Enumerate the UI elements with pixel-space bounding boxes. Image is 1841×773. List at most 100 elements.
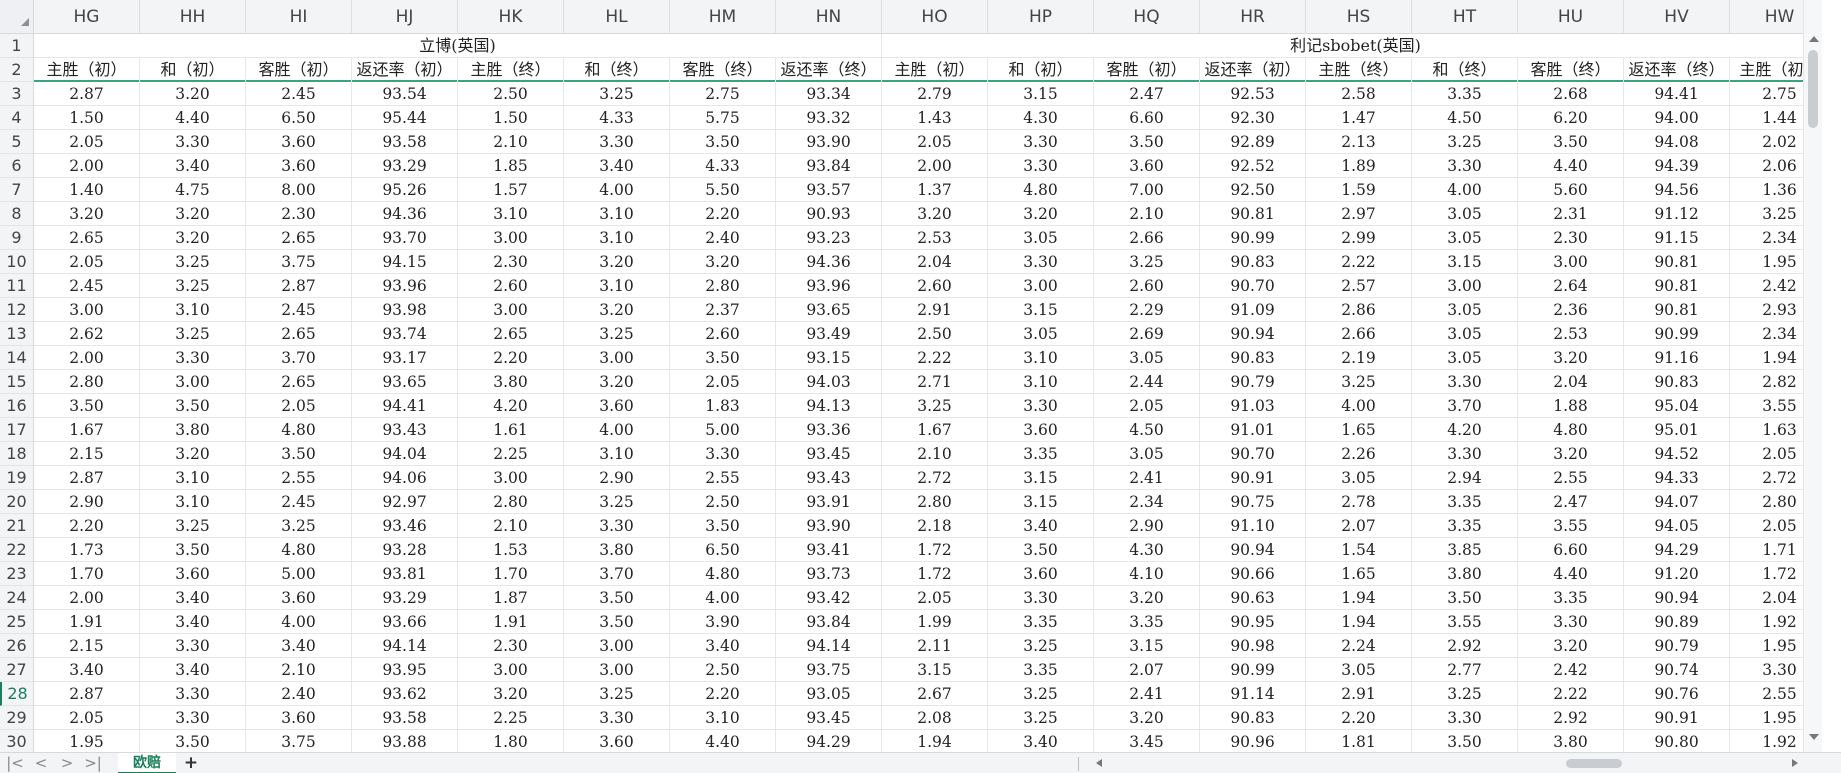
table-cell[interactable]: 2.53	[1518, 322, 1624, 346]
table-cell[interactable]: 93.46	[352, 514, 458, 538]
table-cell[interactable]: 5.00	[670, 418, 776, 442]
table-cell[interactable]: 90.83	[1200, 346, 1306, 370]
table-cell[interactable]: 2.55	[670, 466, 776, 490]
table-cell[interactable]: 2.30	[1518, 226, 1624, 250]
table-cell[interactable]: 95.26	[352, 178, 458, 202]
table-cell[interactable]: 3.20	[140, 226, 246, 250]
table-cell[interactable]: 1.99	[882, 610, 988, 634]
table-cell[interactable]: 4.80	[988, 178, 1094, 202]
table-cell[interactable]: 4.00	[564, 178, 670, 202]
label-cell[interactable]: 返还率（初）	[1200, 58, 1306, 82]
table-cell[interactable]: 4.33	[564, 106, 670, 130]
table-cell[interactable]: 5.00	[246, 562, 352, 586]
table-cell[interactable]: 94.56	[1624, 178, 1730, 202]
table-cell[interactable]: 2.60	[882, 274, 988, 298]
table-cell[interactable]: 2.26	[1306, 442, 1412, 466]
table-cell[interactable]: 3.10	[564, 226, 670, 250]
table-cell[interactable]: 3.30	[140, 346, 246, 370]
table-cell[interactable]: 3.50	[1412, 586, 1518, 610]
table-cell[interactable]: 4.33	[670, 154, 776, 178]
table-cell[interactable]: 2.25	[458, 706, 564, 730]
table-cell[interactable]: 3.20	[564, 370, 670, 394]
vertical-scrollbar[interactable]	[1803, 0, 1822, 752]
table-cell[interactable]: 3.00	[34, 298, 140, 322]
table-cell[interactable]: 90.93	[776, 202, 882, 226]
table-cell[interactable]: 3.10	[140, 490, 246, 514]
table-cell[interactable]: 3.50	[670, 346, 776, 370]
table-cell[interactable]: 90.91	[1624, 706, 1730, 730]
table-cell[interactable]: 91.03	[1200, 394, 1306, 418]
table-cell[interactable]: 3.90	[670, 610, 776, 634]
table-cell[interactable]: 3.00	[458, 298, 564, 322]
label-cell[interactable]: 主胜（初）	[34, 58, 140, 82]
table-cell[interactable]: 94.14	[776, 634, 882, 658]
table-cell[interactable]: 3.25	[140, 322, 246, 346]
table-cell[interactable]: 3.40	[140, 658, 246, 682]
table-cell[interactable]: 3.50	[1094, 130, 1200, 154]
table-cell[interactable]: 3.55	[1518, 514, 1624, 538]
table-cell[interactable]: 2.50	[882, 322, 988, 346]
table-cell[interactable]: 90.99	[1624, 322, 1730, 346]
table-cell[interactable]: 92.52	[1200, 154, 1306, 178]
table-cell[interactable]: 3.60	[246, 130, 352, 154]
table-cell[interactable]: 1.72	[882, 562, 988, 586]
vertical-scroll-thumb[interactable]	[1808, 50, 1818, 128]
table-cell[interactable]: 3.25	[140, 250, 246, 274]
table-cell[interactable]: 2.20	[458, 346, 564, 370]
table-cell[interactable]: 2.60	[458, 274, 564, 298]
table-cell[interactable]: 3.60	[988, 562, 1094, 586]
tab-scroll-divider[interactable]	[1078, 757, 1079, 771]
table-cell[interactable]: 5.50	[670, 178, 776, 202]
table-cell[interactable]: 2.62	[34, 322, 140, 346]
label-cell[interactable]: 主胜（终）	[458, 58, 564, 82]
table-cell[interactable]: 90.81	[1624, 298, 1730, 322]
table-cell[interactable]: 2.10	[246, 658, 352, 682]
table-cell[interactable]: 3.00	[564, 346, 670, 370]
table-cell[interactable]: 3.30	[140, 634, 246, 658]
table-cell[interactable]: 94.00	[1624, 106, 1730, 130]
table-cell[interactable]: 3.80	[1518, 730, 1624, 752]
table-cell[interactable]: 93.49	[776, 322, 882, 346]
table-cell[interactable]: 2.05	[34, 706, 140, 730]
table-cell[interactable]: 91.14	[1200, 682, 1306, 706]
table-cell[interactable]: 94.29	[1624, 538, 1730, 562]
row-header[interactable]: 10	[0, 250, 33, 274]
table-cell[interactable]: 2.24	[1306, 634, 1412, 658]
table-cell[interactable]: 91.09	[1200, 298, 1306, 322]
table-cell[interactable]: 90.81	[1624, 274, 1730, 298]
table-cell[interactable]: 3.00	[988, 274, 1094, 298]
table-cell[interactable]: 2.97	[1306, 202, 1412, 226]
table-cell[interactable]: 3.30	[1412, 370, 1518, 394]
table-cell[interactable]: 3.25	[246, 514, 352, 538]
table-cell[interactable]: 3.30	[564, 130, 670, 154]
table-cell[interactable]: 2.90	[564, 466, 670, 490]
table-cell[interactable]: 94.03	[776, 370, 882, 394]
row-header[interactable]: 2	[0, 58, 33, 82]
table-cell[interactable]: 2.86	[1306, 298, 1412, 322]
table-cell[interactable]: 3.75	[246, 250, 352, 274]
table-cell[interactable]: 2.87	[246, 274, 352, 298]
table-cell[interactable]: 2.04	[882, 250, 988, 274]
table-cell[interactable]: 2.80	[34, 370, 140, 394]
table-cell[interactable]: 2.50	[670, 490, 776, 514]
table-cell[interactable]: 3.05	[1412, 346, 1518, 370]
table-cell[interactable]: 90.83	[1200, 706, 1306, 730]
table-cell[interactable]: 2.30	[458, 634, 564, 658]
table-cell[interactable]: 6.50	[670, 538, 776, 562]
table-cell[interactable]: 94.36	[776, 250, 882, 274]
table-cell[interactable]: 6.60	[1094, 106, 1200, 130]
row-header[interactable]: 4	[0, 106, 33, 130]
table-cell[interactable]: 3.10	[988, 346, 1094, 370]
table-cell[interactable]: 3.50	[246, 442, 352, 466]
table-cell[interactable]: 3.50	[140, 730, 246, 752]
table-cell[interactable]: 2.34	[1094, 490, 1200, 514]
table-cell[interactable]: 2.94	[1412, 466, 1518, 490]
table-cell[interactable]: 90.63	[1200, 586, 1306, 610]
table-cell[interactable]: 95.04	[1624, 394, 1730, 418]
scroll-down-icon[interactable]	[1809, 734, 1819, 740]
table-cell[interactable]: 3.20	[564, 250, 670, 274]
table-cell[interactable]: 2.20	[670, 202, 776, 226]
table-cell[interactable]: 2.10	[882, 442, 988, 466]
table-cell[interactable]: 2.92	[1518, 706, 1624, 730]
table-cell[interactable]: 94.08	[1624, 130, 1730, 154]
